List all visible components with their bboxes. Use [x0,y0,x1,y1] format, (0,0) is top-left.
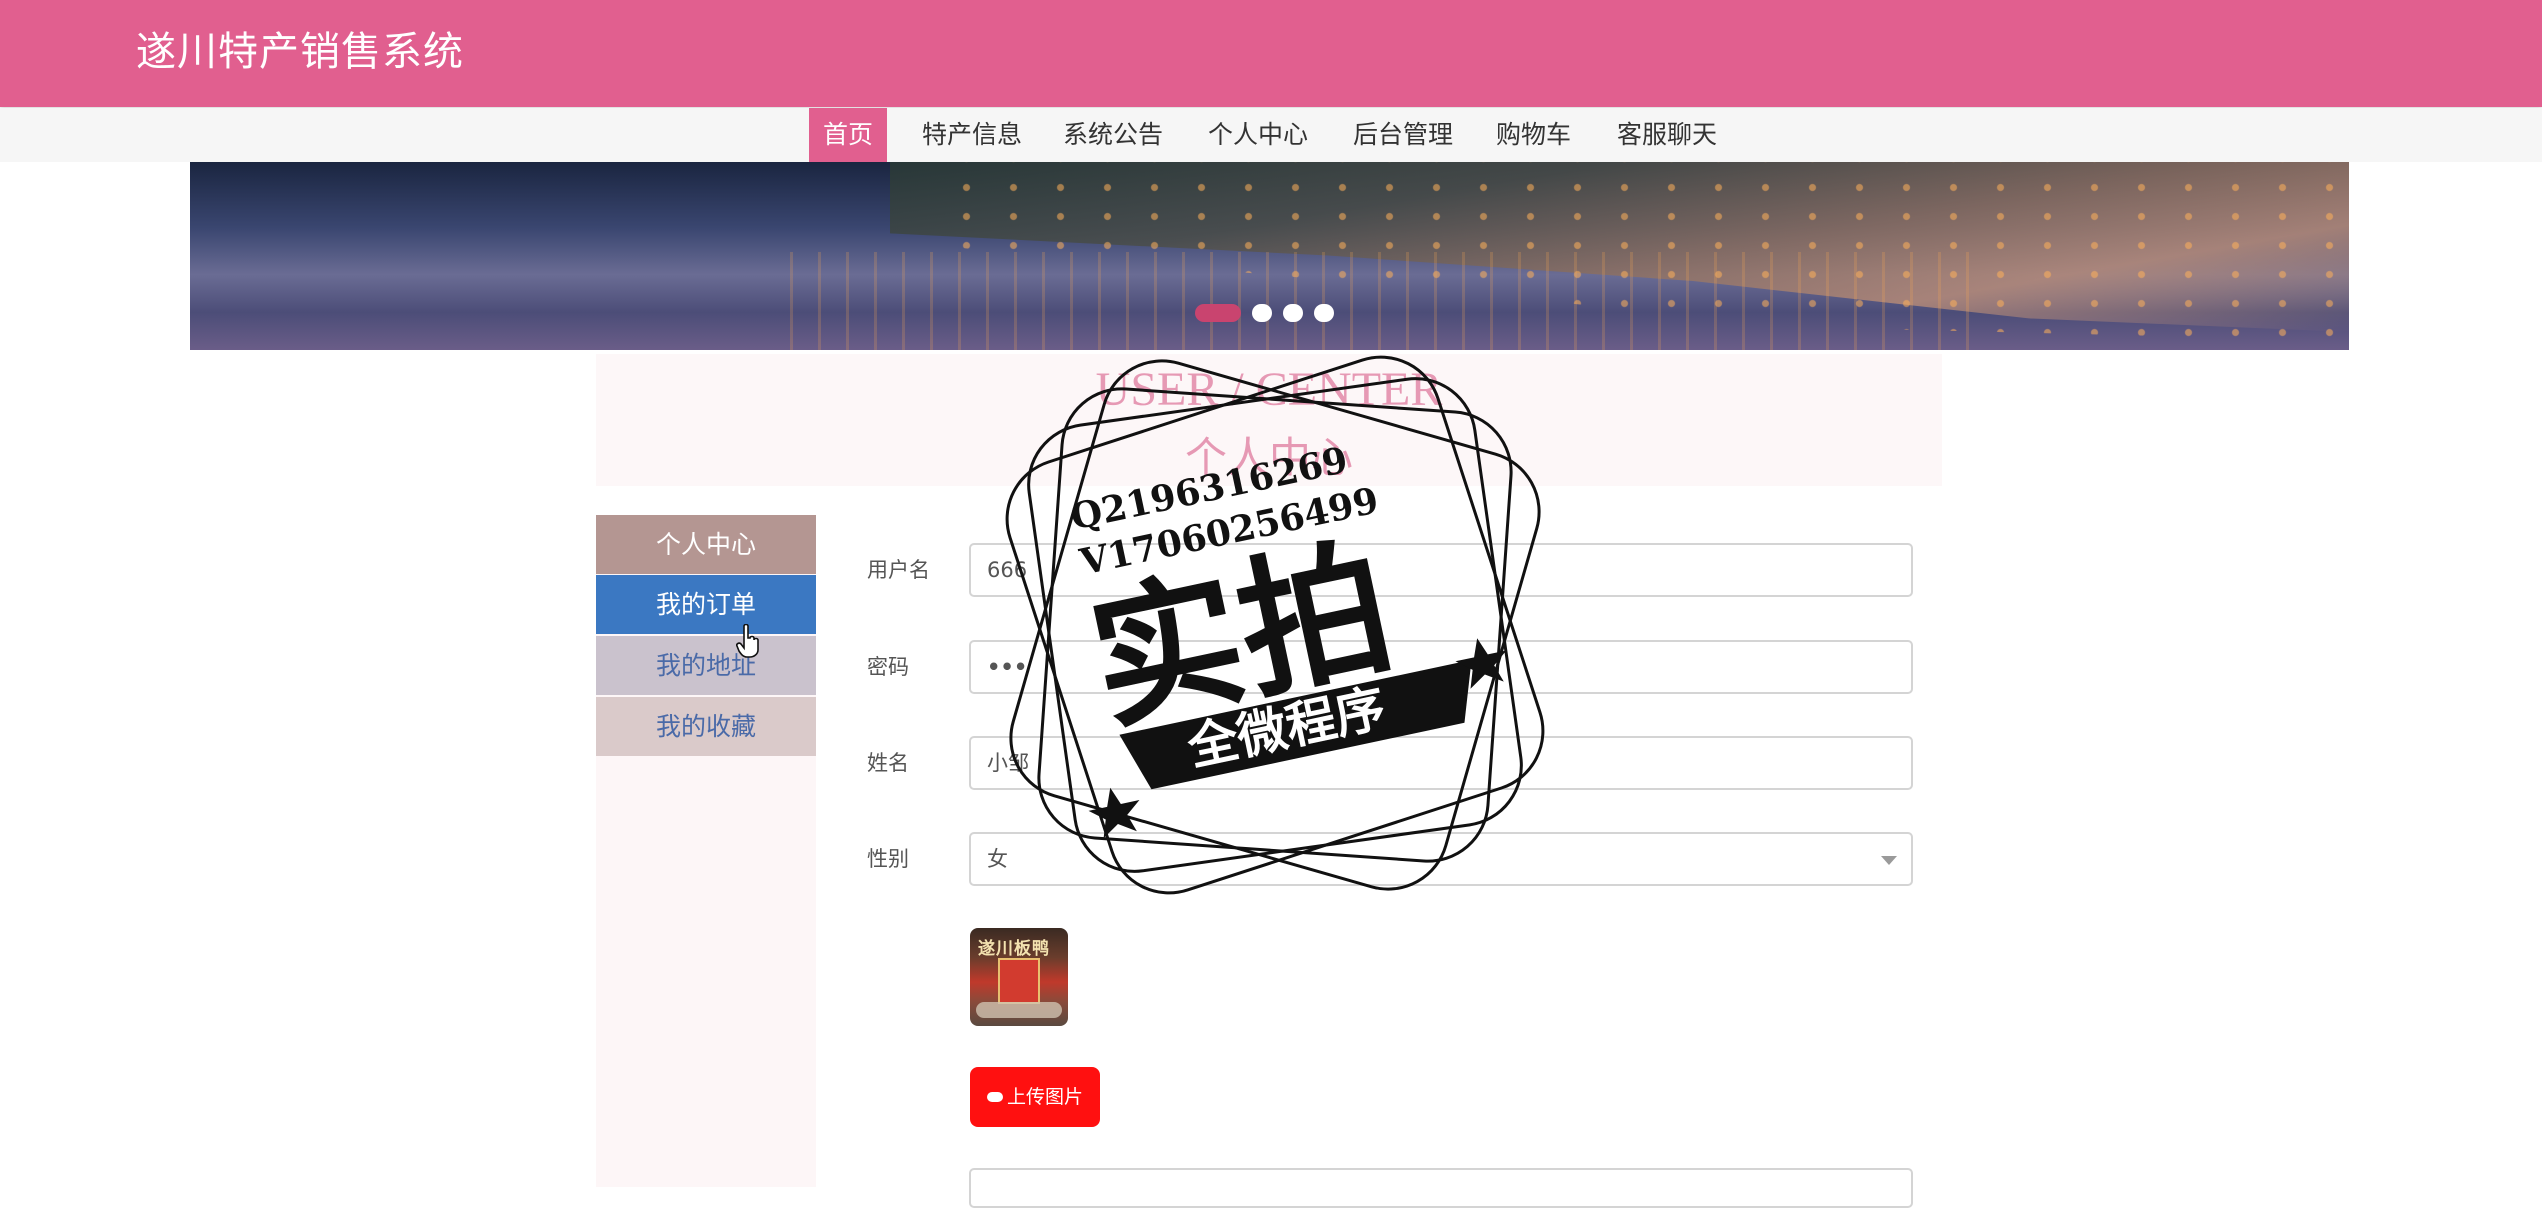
nav-item-announcements[interactable]: 系统公告 [1049,108,1177,162]
nav-item-user-center[interactable]: 个人中心 [1194,108,1322,162]
nav-item-home[interactable]: 首页 [809,108,888,162]
user-sidebar: 个人中心 我的订单 我的地址 我的收藏 [596,515,816,1187]
main-nav: 首页 特产信息 系统公告 个人中心 后台管理 购物车 客服聊天 [0,108,2542,162]
nav-item-customer-chat[interactable]: 客服聊天 [1603,108,1731,162]
section-title-cn: 个人中心 [1184,433,1353,482]
sidebar-item-my-orders[interactable]: 我的订单 [596,575,816,634]
banner-reflection [790,252,1990,350]
chevron-down-icon [1881,856,1897,865]
cloud-upload-icon [986,1092,1003,1102]
carousel-dot-1[interactable] [1195,304,1241,322]
section-title-en: USER / CENTER [1095,363,1443,416]
nav-item-products[interactable]: 特产信息 [908,108,1036,162]
avatar-image: 遂川板鸭 [970,928,1068,1026]
gender-label: 性别 [867,847,909,871]
name-label: 姓名 [867,751,909,775]
password-label: 密码 [867,655,909,679]
next-field[interactable] [969,1168,1913,1208]
upload-image-button[interactable]: 上传图片 [970,1067,1100,1127]
section-heading: USER / CENTER 个人中心 [596,354,1942,486]
carousel-dot-2[interactable] [1252,304,1272,322]
sidebar-item-user-center[interactable]: 个人中心 [596,515,816,574]
username-field[interactable]: 666 [969,543,1913,597]
site-header: 遂川特产销售系统 [0,0,2542,107]
avatar-product-base [976,1002,1062,1018]
avatar-product-shape [998,958,1040,1004]
banner-carousel[interactable] [190,162,2349,350]
password-field[interactable]: ••• [969,640,1913,694]
username-label: 用户名 [867,558,930,582]
name-field[interactable]: 小邹 [969,736,1913,790]
avatar-image-text: 遂川板鸭 [978,939,1050,959]
carousel-dot-3[interactable] [1283,304,1303,322]
sidebar-item-my-favorites[interactable]: 我的收藏 [596,697,816,756]
upload-button-label: 上传图片 [1006,1086,1083,1108]
hand-pointer-icon [736,624,759,658]
site-title: 遂川特产销售系统 [136,29,464,75]
carousel-dot-4[interactable] [1314,304,1334,322]
gender-select[interactable]: 女 [969,832,1913,886]
nav-item-admin[interactable]: 后台管理 [1339,108,1467,162]
sidebar-item-my-address[interactable]: 我的地址 [596,636,816,695]
gender-selected-value: 女 [987,847,1008,871]
nav-item-cart[interactable]: 购物车 [1482,108,1585,162]
